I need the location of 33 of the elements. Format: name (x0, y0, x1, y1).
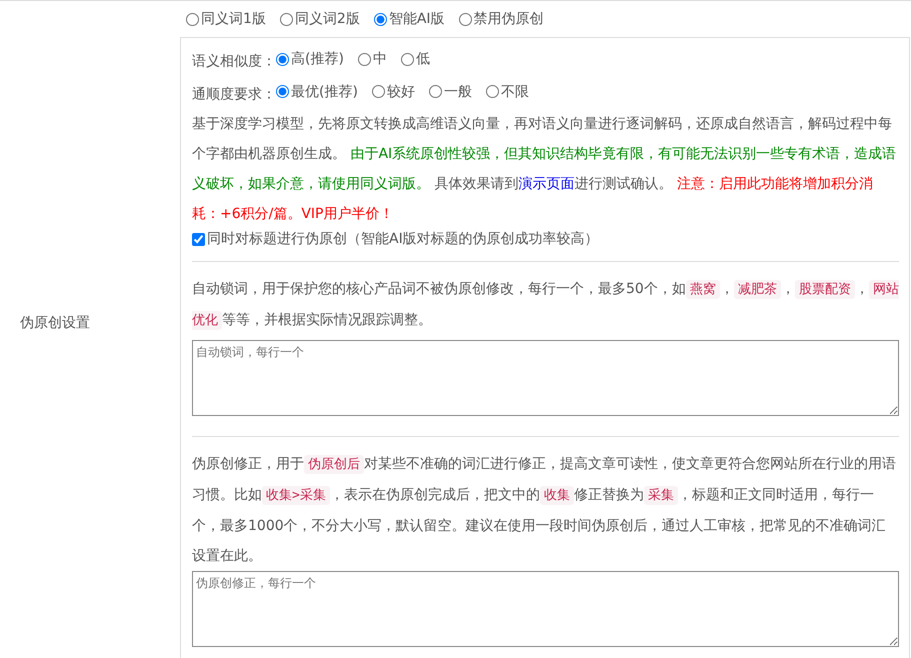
radio-button[interactable] (372, 85, 385, 98)
option-label[interactable]: 同义词2版 (294, 9, 360, 30)
radio-button[interactable] (358, 52, 371, 66)
checkbox-label[interactable]: 同时对标题进行伪原创（智能AI版对标题的伪原创成功率较高） (207, 229, 599, 250)
radio-button[interactable] (374, 13, 387, 26)
correction-description: 伪原创修正，用于 伪原创后 对某些不准确的词汇进行修正，提高文章可读性，使文章更符合您网站所在行业的用语习惯。比如 收集>采集 ，表示在伪原创完成后，把文中的 收集 修正替换为 采集 ，标题和正文同时适用，每行一个，最多1000个，不分大小写，默认留空。建议在使用一段时间伪原创后，通过人工审核，把常见的不准确词汇设置在此。 (192, 454, 897, 566)
lock-words-field[interactable]: 自动锁词，每行一个 (192, 340, 899, 416)
option-label[interactable]: 较好 (386, 76, 415, 106)
ai-description: 基于深度学习模型，先将原文转换成高维语义向量，再对语义向量进行逐词解码，还原成自然语言，解码过程中每个字都由机器原创生成。 由于AI系统原创性较强，但其知识结构毕竟有限，有可能无法识别一些专有术语，造成语义破坏，如果介意，请使用同义词版。 具体效果请到演示页面进行测试确认。 注意：启用此功能将增加积分消耗：+6积分/篇。VIP用户半价！ (192, 115, 898, 224)
option-label[interactable]: 低 (416, 44, 430, 74)
option-label[interactable]: 中 (372, 44, 387, 74)
option-label[interactable]: 不限 (500, 76, 529, 106)
radio-button[interactable] (276, 85, 289, 98)
radio-button[interactable] (428, 85, 442, 98)
settings-label: 伪原创设置 (20, 315, 90, 331)
radio-button[interactable] (486, 85, 499, 98)
radio-button[interactable] (280, 13, 293, 26)
option-label[interactable]: 同义词1版 (201, 9, 266, 30)
radio-button[interactable] (458, 13, 472, 26)
option-label[interactable]: 一般 (444, 76, 472, 106)
option-label[interactable]: 智能AI版 (388, 9, 445, 30)
correction-field[interactable]: 伪原创修正，每行一个 (192, 571, 899, 647)
radio-button[interactable] (186, 13, 199, 26)
option-label[interactable]: 禁用伪原创 (474, 9, 544, 30)
lock-words-description: 自动锁词，用于保护您的核心产品词不被伪原创修改，每行一个，最多50个，如 燕窝 ， 减肥茶 ， 股票配资 ， 网站优化 等等，并根据实际情况跟踪调整。 (192, 279, 899, 332)
field-label: 通顺度要求： (192, 86, 276, 102)
field-label: 语义相似度： (192, 54, 276, 70)
title-checkbox[interactable] (192, 233, 205, 246)
demo-page-link[interactable]: 演示页面 (518, 176, 574, 192)
radio-button[interactable] (276, 52, 289, 66)
option-label[interactable]: 高(推荐) (291, 44, 344, 74)
option-label[interactable]: 最优(推荐) (291, 76, 358, 106)
radio-button[interactable] (400, 52, 414, 66)
